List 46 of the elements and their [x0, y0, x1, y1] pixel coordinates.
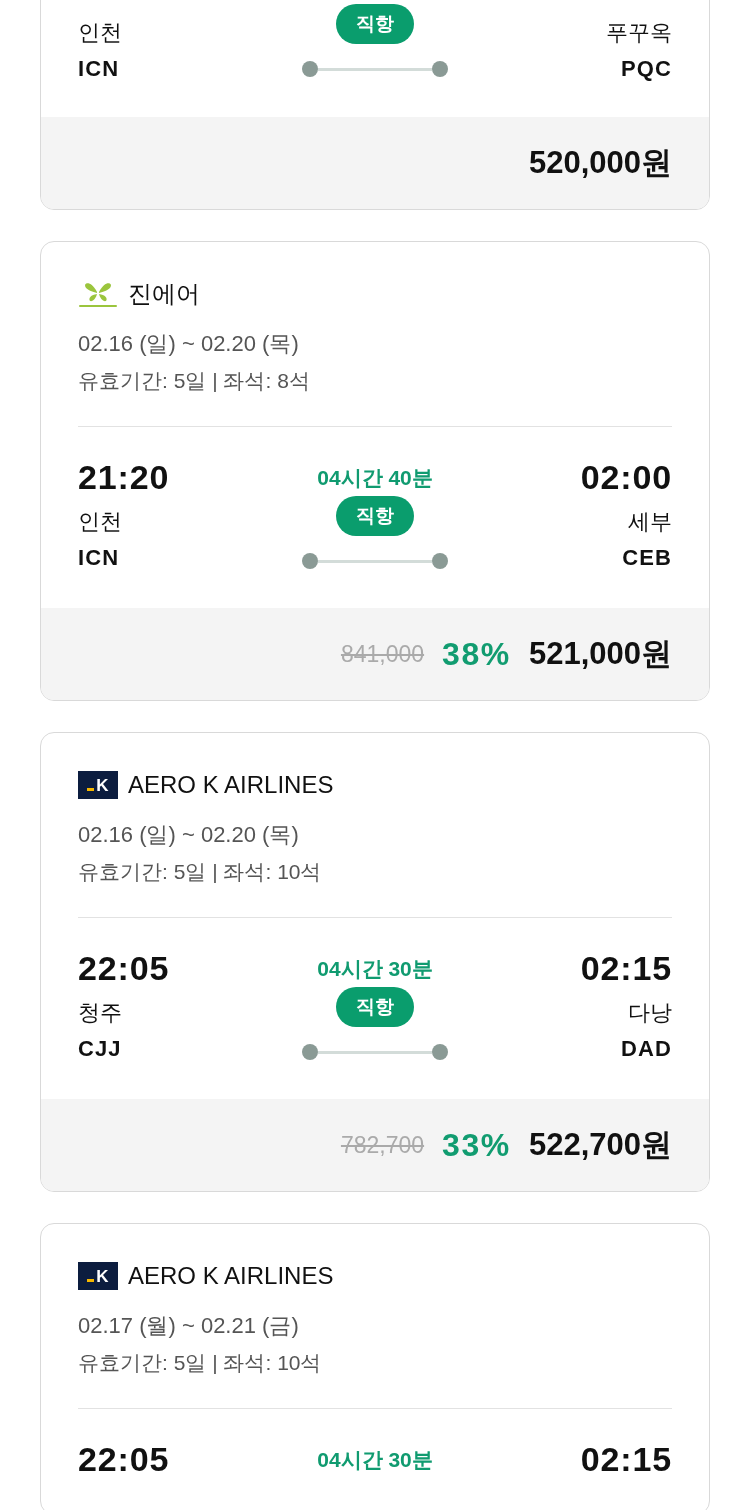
airline-logo-icon: K — [78, 771, 118, 799]
final-price: 520,000원 — [528, 143, 672, 182]
validity-seats: 유효기간: 5일 | 좌석: 8석 — [78, 366, 672, 396]
direct-flight-badge: 직항 — [336, 4, 414, 44]
airline-name: AERO K AIRLINES — [128, 1261, 334, 1291]
city-name: 인천 — [78, 508, 122, 536]
arrival-time: 02:15 — [580, 948, 672, 988]
departure-time: 21:20 — [78, 457, 170, 497]
validity-seats: 유효기간: 5일 | 좌석: 10석 — [78, 1348, 672, 1378]
route-line-icon — [302, 1044, 448, 1060]
city-name: 다낭 — [628, 999, 672, 1027]
airport-code: CJJ — [78, 1035, 122, 1063]
final-price: 521,000원 — [528, 634, 672, 673]
original-price: 841,000 — [340, 639, 425, 669]
departure-time: 22:05 — [78, 1439, 170, 1479]
airport-code: ICN — [78, 544, 120, 572]
city-name: 인천 — [78, 19, 122, 47]
direct-flight-badge: 직항 — [336, 987, 414, 1027]
airport-code: DAD — [621, 1035, 672, 1063]
airline-name: 진에어 — [128, 279, 200, 309]
airport-code: PQC — [621, 55, 672, 83]
arrival-time: 02:00 — [580, 457, 672, 497]
flight-duration: 04시간 30분 — [317, 956, 433, 982]
final-price: 522,700원 — [528, 1125, 672, 1164]
travel-dates: 02.17 (월) ~ 02.21 (금) — [78, 1312, 300, 1340]
departure-time: 22:05 — [78, 948, 170, 988]
airline-name: AERO K AIRLINES — [128, 770, 334, 800]
city-name: 푸꾸옥 — [606, 19, 672, 47]
direct-flight-badge: 직항 — [336, 496, 414, 536]
route-line-icon — [302, 61, 448, 77]
validity-seats: 유효기간: 5일 | 좌석: 10석 — [78, 857, 672, 887]
butterfly-logo-icon — [78, 280, 118, 308]
travel-dates: 02.16 (일) ~ 02.20 (목) — [78, 330, 300, 358]
discount-rate: 33% — [442, 1126, 511, 1165]
flight-duration: 04시간 30분 — [317, 1447, 433, 1473]
route-line-icon — [302, 553, 448, 569]
airport-code: ICN — [78, 55, 120, 83]
discount-rate: 38% — [442, 635, 511, 674]
travel-dates: 02.16 (일) ~ 02.20 (목) — [78, 821, 300, 849]
airport-code: CEB — [622, 544, 672, 572]
original-price: 782,700 — [340, 1130, 425, 1160]
city-name: 청주 — [78, 999, 122, 1027]
arrival-time: 02:15 — [580, 1439, 672, 1479]
flight-duration: 04시간 40분 — [317, 465, 433, 491]
airline-logo-icon: K — [78, 1262, 118, 1290]
city-name: 세부 — [628, 508, 672, 536]
